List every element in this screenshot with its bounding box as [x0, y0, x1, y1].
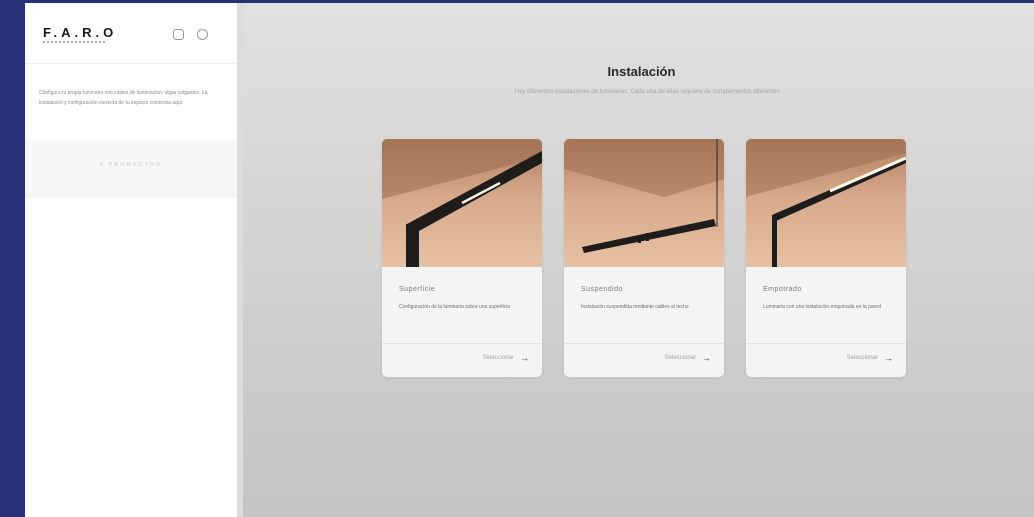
select-button[interactable]: Seleccionar →	[483, 353, 529, 363]
square-icon[interactable]	[173, 29, 184, 40]
card-divider	[746, 343, 906, 344]
select-label: Seleccionar	[846, 355, 878, 361]
select-label: Seleccionar	[664, 355, 696, 361]
cart-icon[interactable]	[197, 29, 208, 40]
arrow-right-icon: →	[884, 353, 893, 363]
products-button[interactable]: 0 PRODUCTOS	[25, 162, 237, 168]
card-name: Empotrado	[763, 286, 802, 293]
card-description: Configuración de la luminaria sobre una …	[399, 304, 511, 310]
arrow-right-icon: →	[520, 353, 529, 363]
brand-tagline-mark	[43, 41, 105, 43]
page-subtitle: Hay diferentes instalaciones de luminari…	[514, 89, 782, 95]
card-superficie[interactable]: Superficie Configuración de la luminaria…	[382, 139, 542, 377]
empotrado-image	[746, 139, 906, 267]
card-empotrado[interactable]: Empotrado Luminaria con una instalación …	[746, 139, 906, 377]
card-suspendido[interactable]: Suspendido Instalación suspendida median…	[564, 139, 724, 377]
superficie-image	[382, 139, 542, 267]
card-name: Superficie	[399, 286, 436, 293]
select-button[interactable]: Seleccionar →	[665, 353, 711, 363]
card-description: Luminaria con una instalación empotrada …	[763, 304, 881, 310]
brand-logo[interactable]: F.A.R.O	[43, 25, 117, 40]
card-name: Suspendido	[581, 286, 623, 293]
select-label: Seleccionar	[482, 355, 514, 361]
sidebar-description: Configura tu propia luminaria con cables…	[39, 90, 208, 106]
products-section: 0 PRODUCTOS	[25, 140, 237, 198]
page-title: Instalación	[607, 64, 676, 79]
app-window: F.A.R.O Configura tu propia luminaria co…	[25, 3, 1034, 517]
card-divider	[382, 343, 542, 344]
select-button[interactable]: Seleccionar →	[847, 353, 893, 363]
sidebar-header: F.A.R.O	[25, 3, 237, 64]
arrow-right-icon: →	[702, 353, 711, 363]
card-divider	[564, 343, 724, 344]
suspendido-image	[564, 139, 724, 267]
card-description: Instalación suspendida mediante cables a…	[581, 304, 689, 310]
sidebar: F.A.R.O Configura tu propia luminaria co…	[25, 3, 237, 517]
main-content: Instalación Hay diferentes instalaciones…	[237, 3, 1034, 517]
